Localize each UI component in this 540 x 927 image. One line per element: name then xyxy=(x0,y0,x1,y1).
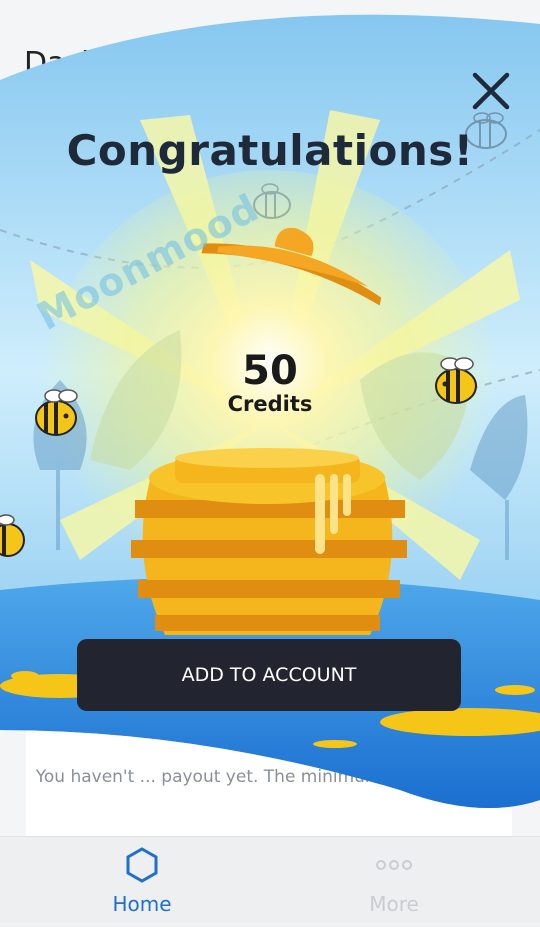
nav-item-more[interactable]: More xyxy=(324,847,464,916)
hexagon-icon xyxy=(126,847,158,883)
reward-amount: 50 xyxy=(242,348,298,394)
reward-unit: Credits xyxy=(227,392,313,416)
modal-title: Congratulations! xyxy=(66,126,474,175)
bee-icon xyxy=(435,357,477,404)
bottom-nav: Home More xyxy=(0,836,540,923)
reward-modal: Moonmood Congratulations! 50 Credits ADD… xyxy=(0,0,540,922)
nav-home-label: Home xyxy=(112,892,172,916)
honey-pot-illustration xyxy=(131,448,407,635)
nav-more-label: More xyxy=(369,892,419,916)
nav-item-home[interactable]: Home xyxy=(72,847,212,916)
add-to-account-label: ADD TO ACCOUNT xyxy=(181,664,357,686)
add-to-account-button[interactable]: ADD TO ACCOUNT xyxy=(77,639,461,711)
more-dots-icon xyxy=(376,860,412,870)
close-button[interactable] xyxy=(466,66,516,116)
close-icon xyxy=(472,72,510,110)
